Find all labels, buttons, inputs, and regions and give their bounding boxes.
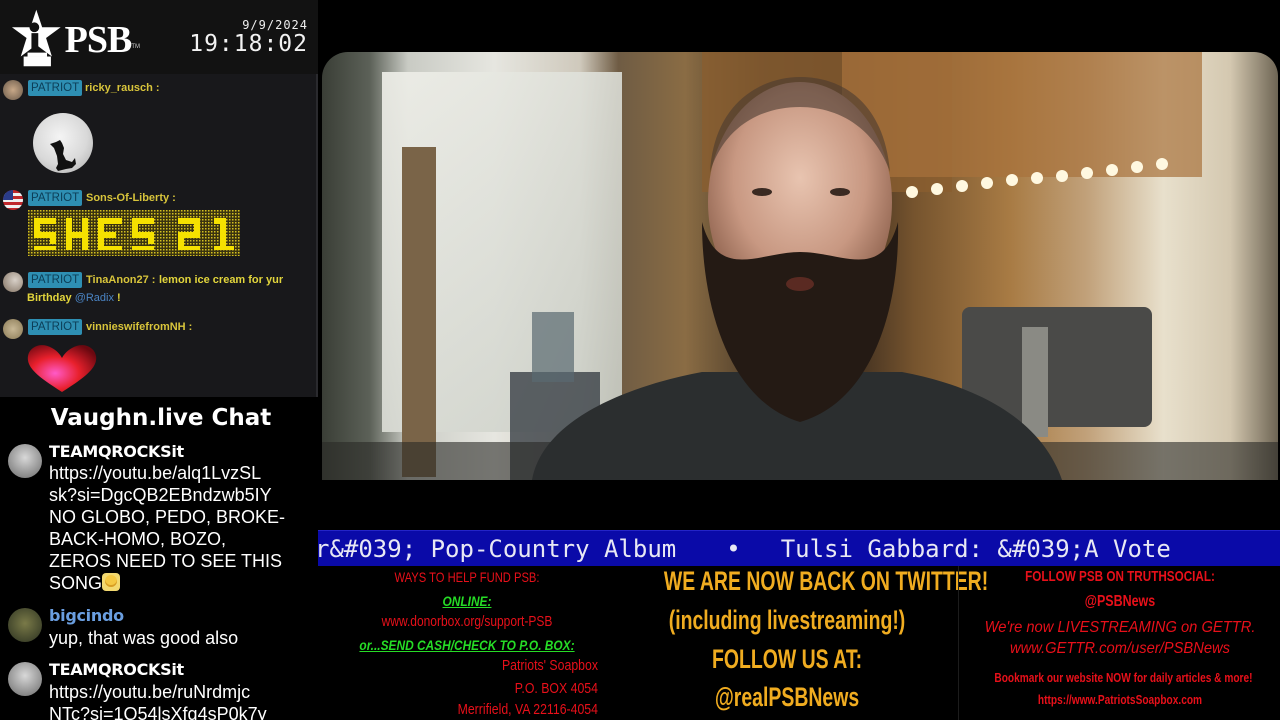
patriot-badge: PATRIOT xyxy=(28,319,83,335)
user-mention[interactable]: @Radix xyxy=(75,292,114,304)
star-logo-icon xyxy=(11,9,61,67)
address-name: Patriots' Soapbox xyxy=(501,657,598,674)
donorbox-link[interactable]: www.donorbox.org/support-PSB xyxy=(348,613,586,630)
chat-text-punct: ! xyxy=(117,292,121,304)
logo-text: PSB xyxy=(64,19,133,61)
twitter-handle[interactable]: @realPSBNews xyxy=(664,682,910,713)
video-frame xyxy=(322,52,1278,480)
user-avatar xyxy=(8,444,42,478)
chat-message: PATRIOT TinaAnon27 : lemon ice cream for… xyxy=(0,270,316,310)
ticker-headline: r&#039; Pop-Country Album xyxy=(318,535,677,563)
left-column: PSB TM 9/9/2024 19:18:02 PATRIOT ricky_r… xyxy=(0,0,318,720)
chat-message: PATRIOT ricky_rausch : xyxy=(0,78,316,178)
user-avatar xyxy=(8,608,42,642)
chat-username[interactable]: vinnieswifefromNH : xyxy=(86,319,192,335)
chat-text: yup, that was good also xyxy=(49,628,239,648)
smiley-emoji-icon xyxy=(102,573,121,591)
chat-username[interactable]: Sons-Of-Liberty : xyxy=(86,190,176,206)
twitter-column: WE ARE NOW BACK ON TWITTER! (including l… xyxy=(616,566,989,720)
address-city: Merrifield, VA 22116-4054 xyxy=(457,701,598,718)
video-player[interactable] xyxy=(322,52,1278,480)
chat-username[interactable]: TEAMQROCKSit xyxy=(49,660,184,680)
fund-column: WAYS TO HELP FUND PSB: ONLINE: www.donor… xyxy=(318,566,616,720)
wolf-moon-emote xyxy=(33,113,93,173)
chat-text: https://youtu.be/ruNrdmjc NTc?si=1Q54lsX… xyxy=(49,682,267,720)
gettr-link[interactable]: www.GETTR.com/user/PSBNews xyxy=(972,640,1268,658)
chat-text-continued: Birthday @Radix ! xyxy=(27,290,121,306)
patriot-badge: PATRIOT xyxy=(28,80,83,96)
ticker-separator: • xyxy=(726,535,741,563)
chat-username[interactable]: ricky_rausch : xyxy=(85,80,160,96)
address-box: P.O. BOX 4054 xyxy=(514,680,598,697)
fund-heading: WAYS TO HELP FUND PSB: xyxy=(394,569,540,585)
truthsocial-handle[interactable]: @PSBNews xyxy=(994,593,1245,611)
date-readout: 9/9/2024 xyxy=(242,18,308,32)
website-link[interactable]: https://www.PatriotsSoapbox.com xyxy=(994,692,1245,707)
chat-text-word: Birthday xyxy=(27,292,72,304)
wolf-silhouette-icon xyxy=(50,140,76,171)
logo-trademark: TM xyxy=(131,44,140,50)
chat-username[interactable]: TEAMQROCKSit xyxy=(49,442,184,462)
user-avatar xyxy=(8,662,42,696)
ticker-headline: Tulsi Gabbard: &#039;A Vote xyxy=(780,535,1171,563)
flag-avatar xyxy=(3,190,23,210)
chat-text: https://youtu.be/alq1LvzSL sk?si=DgcQB2E… xyxy=(49,462,299,594)
bookmark-notice: Bookmark our website NOW for daily artic… xyxy=(994,670,1253,685)
vaughn-chat-title: Vaughn.live Chat xyxy=(50,405,272,431)
psb-logo: PSB TM xyxy=(10,6,140,70)
gettr-notice: We're now LIVESTREAMING on GETTR. xyxy=(984,619,1256,636)
chat-text: lemon ice cream for yur xyxy=(159,274,284,286)
user-avatar xyxy=(3,80,23,100)
rumble-chat-panel[interactable]: PATRIOT ricky_rausch : PATRIOT Sons-Of-L… xyxy=(0,74,318,397)
online-label: ONLINE: xyxy=(442,593,492,609)
user-avatar xyxy=(3,272,23,292)
truthsocial-heading: FOLLOW PSB ON TRUTHSOCIAL: xyxy=(1025,568,1215,585)
twitter-heading: WE ARE NOW BACK ON TWITTER! xyxy=(663,566,989,596)
ticker-track: r&#039; Pop-Country Album • Tulsi Gabbard:… xyxy=(318,534,1171,564)
twitter-subheading: (including livestreaming!) xyxy=(668,605,906,635)
twitter-follow-label: FOLLOW US AT: xyxy=(711,644,863,674)
chat-username[interactable]: TinaAnon27 : xyxy=(86,272,155,288)
patriot-badge: PATRIOT xyxy=(28,190,83,206)
sparkle-heart-emote xyxy=(27,345,97,392)
header-bar: PSB TM 9/9/2024 19:18:02 xyxy=(0,0,318,74)
info-panel: WAYS TO HELP FUND PSB: ONLINE: www.donor… xyxy=(318,566,1280,720)
clock-readout: 19:18:02 xyxy=(189,31,308,57)
ascii-art-emote xyxy=(28,210,240,256)
chat-username[interactable]: bigcindo xyxy=(49,606,124,626)
video-stage xyxy=(318,0,1280,530)
news-ticker: r&#039; Pop-Country Album • Tulsi Gabbard:… xyxy=(318,530,1280,566)
patriot-badge: PATRIOT xyxy=(28,272,83,288)
user-avatar xyxy=(3,319,23,339)
mail-label: or...SEND CASH/CHECK TO P.O. BOX: xyxy=(359,637,575,653)
truthsocial-column: FOLLOW PSB ON TRUTHSOCIAL: @PSBNews We'r… xyxy=(958,566,1280,720)
chat-text-body: https://youtu.be/alq1LvzSL sk?si=DgcQB2E… xyxy=(49,463,286,593)
